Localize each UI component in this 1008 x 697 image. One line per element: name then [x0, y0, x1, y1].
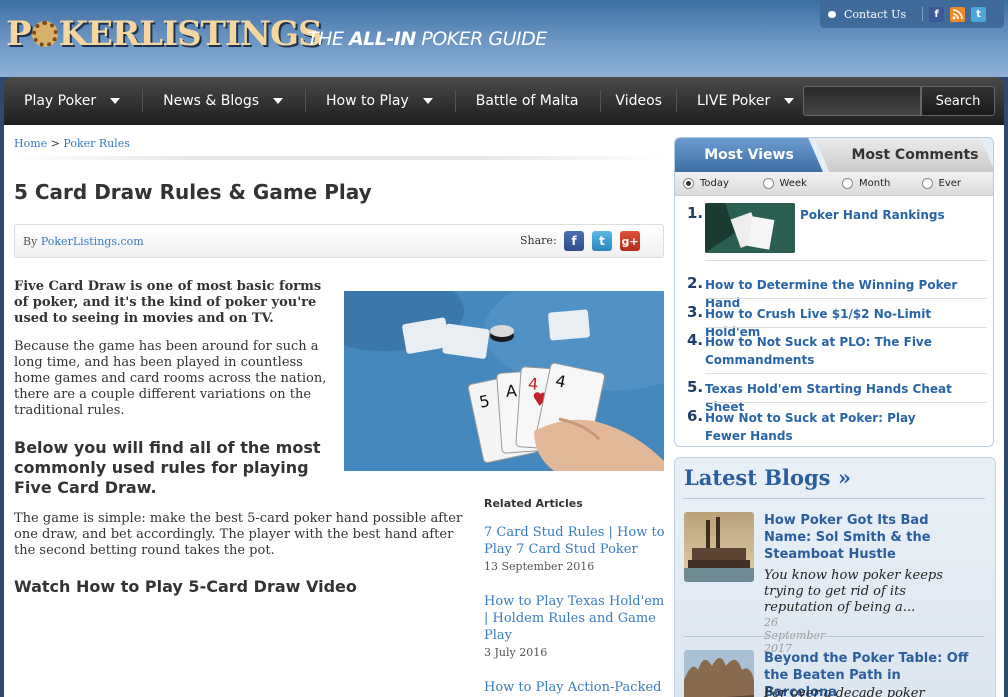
radio-icon: [921, 178, 933, 189]
contact-us-link[interactable]: Contact Us: [844, 8, 906, 21]
svg-text:A: A: [505, 381, 517, 401]
article-paragraph: The game is simple: make the best 5-card…: [14, 511, 463, 558]
chevron-down-icon: [273, 98, 284, 104]
byline: By PokerListings.com: [23, 235, 144, 248]
share-facebook-icon[interactable]: f: [564, 231, 584, 251]
breadcrumb: Home > Poker Rules: [14, 137, 130, 150]
related-article-link[interactable]: 7 Card Stud Rules | How to Play 7 Card S…: [484, 524, 666, 558]
top-links-bar: Contact Us f t: [820, 0, 1004, 28]
thumbnail-poker-hand[interactable]: [705, 203, 795, 253]
search-input[interactable]: [803, 86, 921, 116]
period-radio-week[interactable]: Week: [762, 178, 835, 189]
latest-blogs-heading[interactable]: Latest Blogs »: [684, 465, 851, 490]
breadcrumb-home[interactable]: Home: [14, 137, 47, 150]
divider: [705, 260, 987, 261]
related-article-link[interactable]: How to Play Action-Packed Pot Limit Omah…: [484, 679, 666, 697]
radio-icon: [683, 178, 694, 189]
rank-number: 6.: [687, 407, 704, 425]
period-radio-ever[interactable]: Ever: [921, 178, 994, 189]
chat-icon: [828, 10, 836, 18]
site-header: P KERLISTINGS THE ALL-IN POKER GUIDE Cont…: [0, 0, 1008, 77]
related-article-link[interactable]: How to Play Texas Hold'em | Holdem Rules…: [484, 593, 666, 644]
related-article-date: 3 July 2016: [484, 646, 548, 659]
article-paragraph: Because the game has been around for suc…: [14, 339, 327, 418]
site-logo[interactable]: P KERLISTINGS: [6, 14, 323, 54]
article-lead: Five Card Draw is one of most basic form…: [14, 279, 322, 326]
rank-number: 2.: [687, 274, 704, 292]
share-label: Share:: [520, 234, 557, 247]
divider: [705, 327, 987, 328]
share-twitter-icon[interactable]: t: [592, 231, 612, 251]
breadcrumb-poker-rules[interactable]: Poker Rules: [63, 137, 130, 150]
share-googleplus-icon[interactable]: g+: [620, 231, 640, 251]
page-content: Home > Poker Rules 5 Card Draw Rules & G…: [4, 125, 1004, 697]
divider: [705, 298, 987, 299]
most-views-widget: Most Comments Most Views Today Week Mont…: [674, 137, 994, 447]
page-title: 5 Card Draw Rules & Game Play: [14, 180, 372, 204]
rank-number: 3.: [687, 303, 704, 321]
blog-excerpt: You know how poker keeps trying to get r…: [764, 568, 943, 615]
divider: [705, 402, 987, 403]
most-tabs: Most Comments Most Views: [675, 138, 993, 172]
chevron-down-icon: [422, 98, 433, 104]
twitter-icon[interactable]: t: [971, 6, 987, 22]
blog-excerpt: For over a decade poker: [764, 686, 925, 697]
tab-most-comments[interactable]: Most Comments: [815, 138, 993, 172]
nav-item-live-poker[interactable]: LIVE Poker: [677, 77, 795, 125]
period-radio-month[interactable]: Month: [842, 178, 914, 189]
divider: [683, 498, 985, 499]
period-radio-today[interactable]: Today: [683, 178, 755, 189]
poker-chip-icon: [31, 21, 58, 47]
most-view-link[interactable]: How Not to Suck at Poker: Play Fewer Han…: [705, 409, 955, 445]
nav-item-play-poker[interactable]: Play Poker: [4, 77, 144, 125]
latest-blogs-widget: Latest Blogs » How Poker Got Its Bad Nam…: [674, 457, 996, 697]
tab-most-views[interactable]: Most Views: [675, 138, 823, 172]
divider: [705, 373, 987, 374]
period-selector: Today Week Month Ever: [675, 172, 993, 196]
most-view-link[interactable]: Poker Hand Rankings: [800, 206, 980, 224]
chevron-down-icon: [784, 98, 795, 104]
author-link[interactable]: PokerListings.com: [41, 235, 144, 248]
related-heading: Related Articles: [484, 497, 583, 510]
most-view-link[interactable]: How to Not Suck at PLO: The Five Command…: [705, 333, 935, 369]
nav-item-videos[interactable]: Videos: [601, 77, 677, 125]
facebook-icon[interactable]: f: [929, 6, 945, 22]
blog-title-link[interactable]: How Poker Got Its Bad Name: Sol Smith & …: [764, 512, 936, 563]
blog-thumbnail-barcelona[interactable]: [684, 650, 754, 697]
chevron-down-icon: [110, 98, 121, 104]
related-articles: Related Articles 7 Card Stud Rules | How…: [484, 497, 666, 697]
rss-icon[interactable]: [950, 6, 966, 22]
nav-item-battle-of-malta[interactable]: Battle of Malta: [456, 77, 602, 125]
blog-thumbnail-steamboat[interactable]: [684, 512, 754, 582]
article-image-poker-hand: 5 A 4 4: [344, 291, 664, 471]
rank-number: 4.: [687, 331, 704, 349]
byline-bar: By PokerListings.com Share: f t g+: [14, 224, 664, 258]
rank-number: 5.: [687, 378, 704, 396]
nav-item-news-blogs[interactable]: News & Blogs: [143, 77, 307, 125]
video-heading: Watch How to Play 5-Card Draw Video: [14, 577, 357, 596]
divider: [14, 156, 664, 160]
radio-icon: [842, 178, 853, 189]
radio-icon: [762, 178, 774, 189]
main-nav: Play Poker News & Blogs How to Play Batt…: [4, 77, 1004, 125]
rank-number: 1.: [687, 204, 704, 222]
divider: [922, 7, 924, 21]
nav-item-how-to-play[interactable]: How to Play: [306, 77, 456, 125]
breadcrumb-separator: >: [50, 137, 60, 150]
site-tagline: THE ALL-IN POKER GUIDE: [307, 28, 547, 50]
divider: [684, 636, 984, 637]
search-button[interactable]: Search: [921, 86, 995, 116]
related-article-date: 13 September 2016: [484, 560, 595, 573]
svg-text:4: 4: [527, 374, 538, 394]
article-subheading: Below you will find all of the most comm…: [14, 438, 321, 497]
